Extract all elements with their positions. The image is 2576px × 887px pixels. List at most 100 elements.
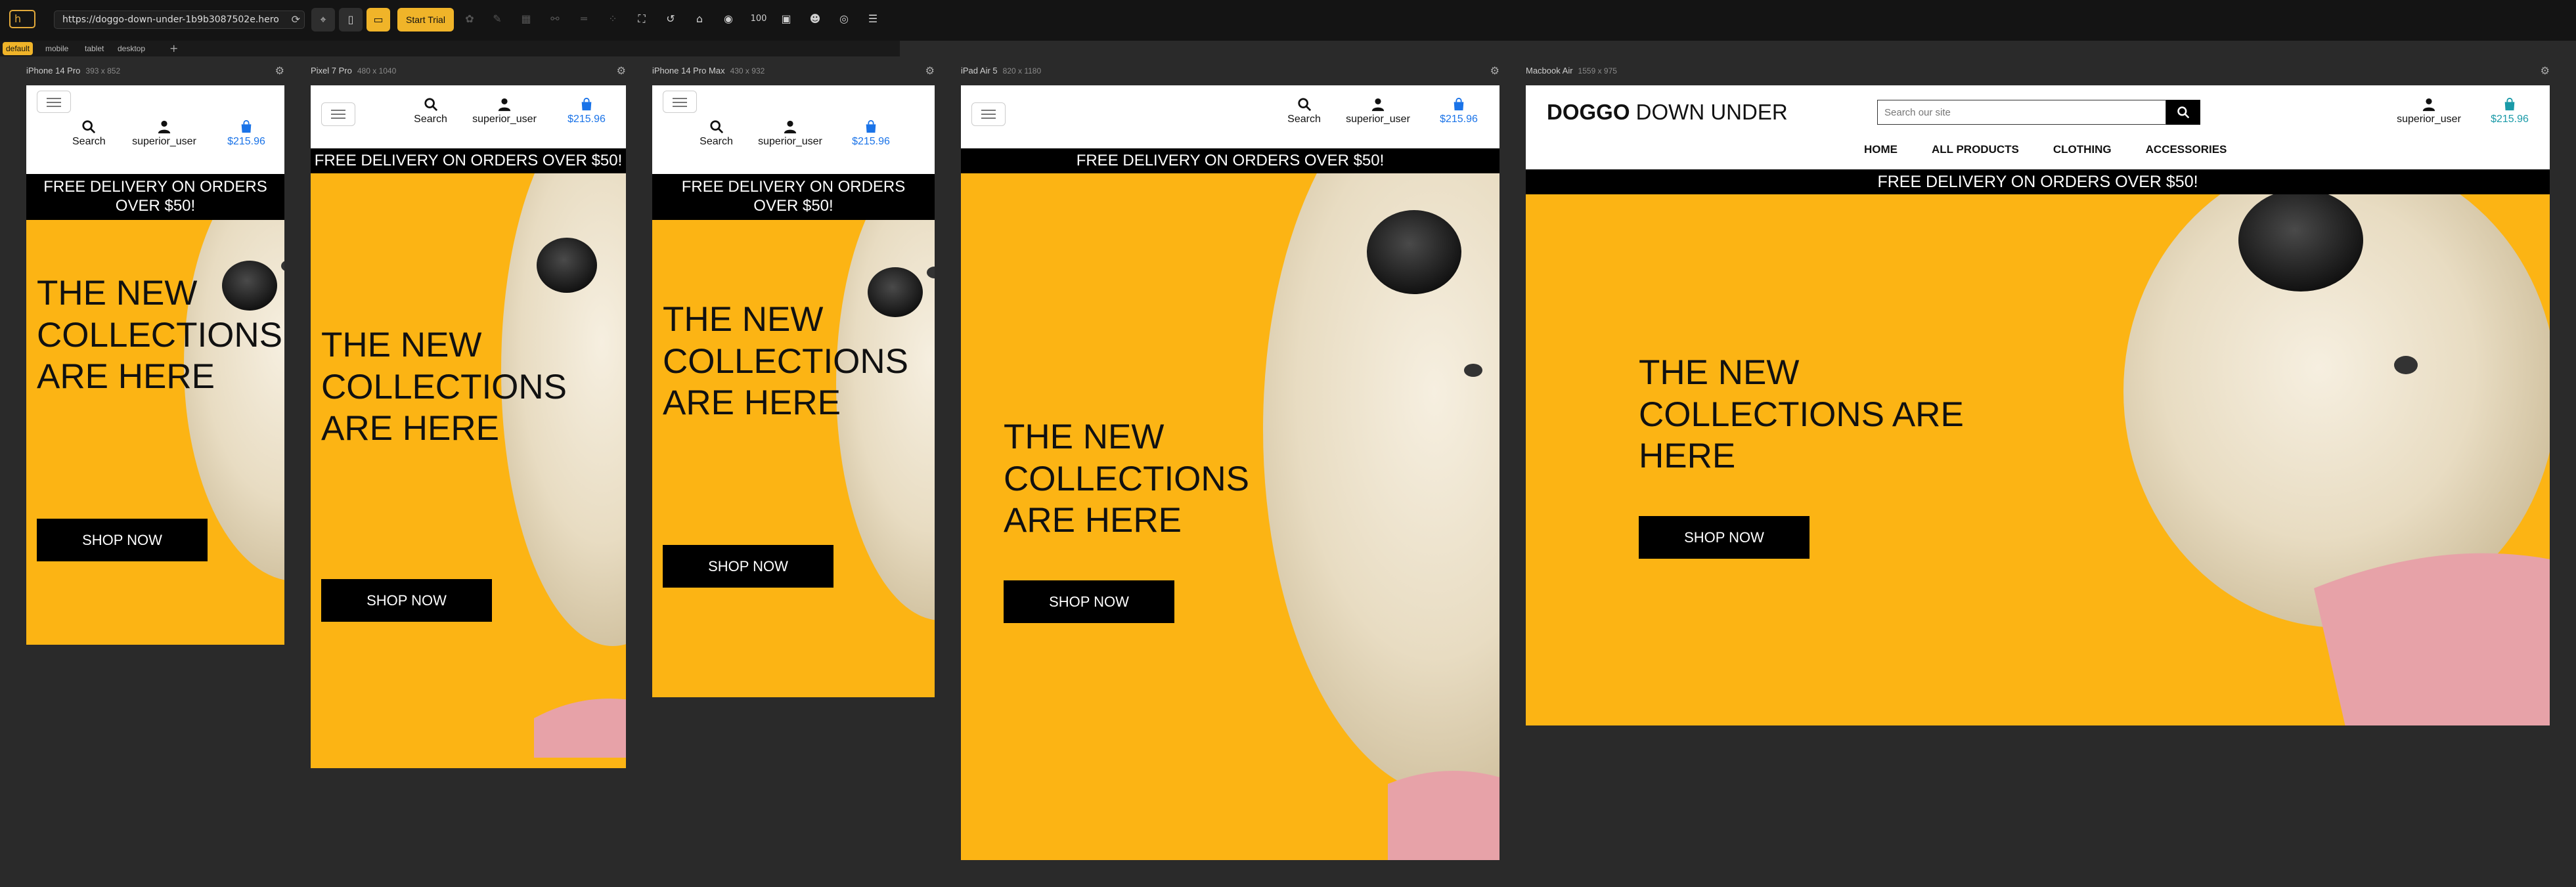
hero-title: THE NEW COLLECTIONS ARE HERE — [321, 326, 567, 448]
url-bar[interactable]: https://doggo-down-under-1b9b3087502e.he… — [54, 11, 305, 29]
brand-rest: DOWN UNDER — [1630, 100, 1788, 124]
hamburger-menu-icon[interactable] — [37, 91, 71, 113]
bag-nav[interactable]: $215.96 — [2483, 97, 2536, 125]
delivery-banner: FREE DELIVERY ON ORDERS OVER $50! — [652, 174, 935, 220]
hero-title: THE NEW COLLECTIONS ARE HERE — [663, 300, 909, 423]
search-nav[interactable]: Search — [698, 119, 734, 148]
paint-icon[interactable]: ✎ — [487, 9, 507, 29]
device-settings-icon[interactable]: ⚙ — [1490, 64, 1499, 77]
hamburger-menu-icon[interactable] — [321, 102, 355, 126]
start-trial-button[interactable]: Start Trial — [397, 8, 454, 32]
bag-nav[interactable]: $215.96 — [560, 97, 613, 125]
shop-now-button[interactable]: SHOP NOW — [37, 519, 208, 561]
device-mode-icon[interactable]: ▯ — [339, 8, 363, 32]
lock-icon[interactable]: ⌂ — [690, 9, 709, 29]
device-settings-icon[interactable]: ⚙ — [275, 64, 284, 77]
ruler-icon[interactable]: ═ — [574, 9, 594, 29]
shop-now-button[interactable]: SHOP NOW — [663, 545, 833, 588]
tab-default[interactable]: default — [3, 42, 33, 55]
site-header: Search superior_user $215.96 — [26, 85, 284, 174]
shopping-bag-icon — [866, 119, 876, 133]
account-nav[interactable]: superior_user — [468, 97, 541, 125]
user-icon — [784, 120, 797, 134]
search-nav[interactable]: Search — [72, 119, 106, 148]
device-label: Pixel 7 Pro 480 x 1040 — [311, 66, 397, 76]
device-pixel-7-pro: Pixel 7 Pro 480 x 1040 ⚙ Search superior_… — [311, 64, 626, 768]
zoom-level[interactable]: 100 — [749, 9, 768, 29]
nav-accessories[interactable]: ACCESSORIES — [2146, 143, 2227, 156]
bag-nav[interactable]: $215.96 — [1432, 97, 1485, 125]
bag-nav[interactable]: $215.96 — [838, 119, 904, 148]
device-iphone-14-pro-max: iPhone 14 Pro Max 430 x 932 ⚙ Search supe… — [652, 64, 935, 697]
dotted-grid-icon[interactable]: ⁘ — [603, 9, 623, 29]
fullscreen-icon[interactable]: ⛶ — [632, 9, 652, 29]
shop-now-button[interactable]: SHOP NOW — [1004, 580, 1174, 623]
brand-bold: DOGGO — [1547, 100, 1630, 124]
shopping-bag-icon — [581, 97, 592, 111]
nav-home[interactable]: HOME — [1864, 143, 1898, 156]
url-text[interactable]: https://doggo-down-under-1b9b3087502e.he… — [62, 14, 279, 25]
nav-clothing[interactable]: CLOTHING — [2053, 143, 2112, 156]
site-header: Search superior_user $215.96 — [311, 85, 626, 148]
device-label: iPhone 14 Pro 393 x 852 — [26, 66, 121, 76]
device-screen: DOGGO DOWN UNDER superior_user $215.96 H… — [1526, 85, 2550, 725]
refresh-icon[interactable]: ⟳ — [292, 13, 300, 26]
hamburger-menu-icon[interactable] — [971, 102, 1006, 126]
add-tab-icon[interactable]: + — [169, 42, 178, 55]
account-nav[interactable]: superior_user — [754, 119, 826, 148]
inspect-icon[interactable]: ▣ — [776, 9, 796, 29]
search-icon — [424, 98, 437, 112]
account-nav[interactable]: superior_user — [1342, 97, 1414, 125]
search-nav[interactable]: Search — [412, 97, 449, 125]
search-icon — [1297, 98, 1311, 112]
touch-mode-icon[interactable]: ⌖ — [311, 8, 335, 32]
device-screen: Search superior_user $215.96 FREE DELIVE… — [652, 85, 935, 697]
account-nav[interactable]: superior_user — [128, 119, 200, 148]
hero-section: THE NEW COLLECTIONS ARE HERE SHOP NOW — [961, 173, 1499, 860]
hero-section: THE NEW COLLECTIONS ARE HERE SHOP NOW — [311, 173, 626, 768]
menu-icon[interactable]: ☰ — [863, 9, 883, 29]
shopping-bag-icon — [241, 119, 252, 133]
search-input[interactable] — [1877, 100, 2166, 125]
hero-title: THE NEW COLLECTIONS ARE HERE — [37, 274, 283, 397]
hero-section: THE NEW COLLECTIONS ARE HERE SHOP NOW — [652, 220, 935, 697]
dog-photo — [836, 220, 935, 620]
discord-icon[interactable]: ☻ — [805, 9, 825, 29]
delivery-banner: FREE DELIVERY ON ORDERS OVER $50! — [26, 174, 284, 220]
device-label: iPhone 14 Pro Max 430 x 932 — [652, 66, 765, 76]
device-settings-icon[interactable]: ⚙ — [2541, 64, 2550, 77]
hero-section: THE NEW COLLECTIONS ARE HERE SHOP NOW — [1526, 194, 2550, 725]
site-header: Search superior_user $215.96 — [961, 85, 1499, 148]
search-nav[interactable]: Search — [1286, 97, 1322, 125]
search-icon — [82, 120, 96, 134]
brand-logo[interactable]: DOGGO DOWN UNDER — [1547, 100, 1788, 125]
tab-desktop[interactable]: desktop — [114, 42, 148, 55]
shop-now-button[interactable]: SHOP NOW — [321, 579, 492, 622]
device-screen: Search superior_user $215.96 FREE DELIVE… — [961, 85, 1499, 860]
hamburger-menu-icon[interactable] — [663, 91, 697, 113]
device-ipad-air-5: iPad Air 5 820 x 1180 ⚙ Search superior_u… — [961, 64, 1499, 860]
camera-icon[interactable]: ◉ — [719, 9, 738, 29]
bag-nav[interactable]: $215.96 — [220, 119, 273, 148]
tab-tablet[interactable]: tablet — [81, 42, 107, 55]
search-icon — [2177, 106, 2190, 119]
link-icon[interactable]: ⚯ — [545, 9, 565, 29]
device-settings-icon[interactable]: ⚙ — [925, 64, 935, 77]
sync-icon[interactable]: ◎ — [834, 9, 854, 29]
device-settings-icon[interactable]: ⚙ — [617, 64, 626, 77]
tab-mobile[interactable]: mobile — [42, 42, 72, 55]
delivery-banner: FREE DELIVERY ON ORDERS OVER $50! — [311, 148, 626, 173]
shop-now-button[interactable]: SHOP NOW — [1639, 516, 1810, 559]
nav-all-products[interactable]: ALL PRODUCTS — [1932, 143, 2019, 156]
account-nav[interactable]: superior_user — [2393, 97, 2465, 125]
hero-title: THE NEW COLLECTIONS ARE HERE — [1639, 353, 1964, 476]
layout-mode-icon[interactable]: ▭ — [366, 8, 390, 32]
device-label: iPad Air 5 820 x 1180 — [961, 66, 1042, 76]
user-icon — [158, 120, 171, 134]
search-button[interactable] — [2166, 100, 2200, 125]
grid-icon[interactable]: ▦ — [516, 9, 536, 29]
settings-icon[interactable]: ✿ — [460, 9, 479, 29]
rotate-icon[interactable]: ↺ — [661, 9, 680, 29]
app-logo-icon: h — [9, 10, 35, 28]
search-icon — [709, 120, 723, 134]
